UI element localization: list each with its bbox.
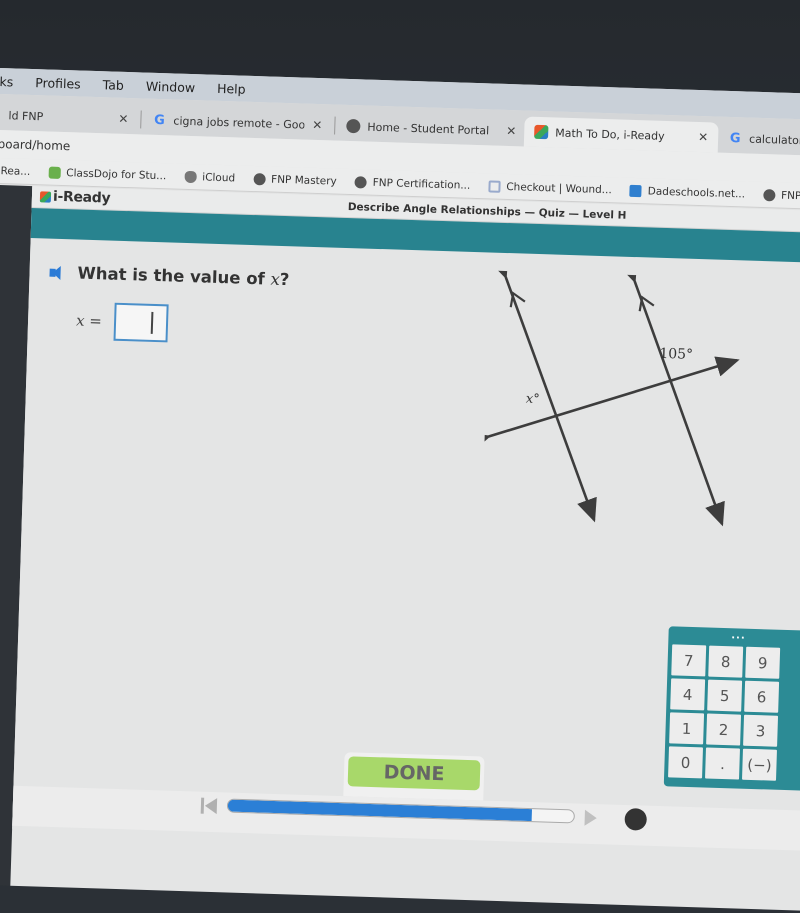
answer-input[interactable] [113,302,169,343]
question: What is the value of x? [49,263,289,290]
pause-icon[interactable] [624,807,648,831]
google-icon: G [153,112,166,128]
parallel-line-right [617,270,725,527]
key-negative[interactable]: (−) [742,748,777,781]
bookmark-label: FNP Mastery [270,173,337,188]
url-text: board/home [0,136,71,154]
parallel-mark-right [638,295,655,312]
google-icon: G [729,130,741,146]
globe-icon [354,175,367,189]
bookmark-item[interactable]: FNP Mastery [762,188,800,203]
bookmark-label: FNP Mastery [780,189,800,203]
done-container: DONE [343,752,485,801]
apple-icon [184,170,197,183]
key-6[interactable]: 6 [744,680,780,713]
bookmark-label: Dadeschools.net... [647,184,746,200]
close-icon[interactable]: ✕ [312,118,322,132]
tab-title: cigna jobs remote - Google Se [173,113,305,132]
progress-bar [226,798,575,824]
bookmark-item[interactable]: FNP Certification... [354,175,471,192]
skip-back-bar [200,797,205,814]
menu-bookmarks[interactable]: ks [0,73,14,88]
key-8[interactable]: 8 [708,645,744,678]
iready-icon [534,124,549,140]
menu-window[interactable]: Window [146,78,196,95]
key-0[interactable]: 0 [668,746,704,779]
tab-calculator[interactable]: G calculator - [718,123,800,156]
close-icon[interactable]: ✕ [506,124,516,138]
key-3[interactable]: 3 [743,714,779,747]
angle-diagram: 105° x° [481,270,740,527]
key-decimal[interactable]: . [705,747,740,780]
parallel-line-left [488,270,597,523]
browser-window: ks Profiles Tab Window Help ld FNP ✕ G c… [0,68,800,911]
question-text: What is the value of x? [77,264,289,290]
key-1[interactable]: 1 [669,712,705,745]
bookmark-label: ClassDojo for Stu... [66,166,167,182]
menu-profiles[interactable]: Profiles [35,75,81,91]
bookmark-item[interactable]: ClassDojo for Stu... [48,166,166,182]
keypad-grid: 7 8 9 4 5 6 1 2 3 0 . (−) [668,644,800,781]
key-4[interactable]: 4 [670,678,706,711]
angle-label-105: 105° [659,346,693,363]
close-icon[interactable]: ✕ [118,112,128,126]
bookmark-item[interactable]: Checkout | Wound... [488,179,612,196]
plus-icon [488,179,501,193]
bookmark-item[interactable]: iCloud [184,170,235,184]
next-icon[interactable] [584,809,597,827]
angle-label-x: x° [526,392,540,407]
globe-icon [346,118,361,134]
tab-title: ld FNP [8,108,44,123]
bookmark-label: FNP Certification... [372,176,471,192]
speaker-icon[interactable] [49,265,67,280]
number-keypad: ... 7 8 9 4 5 6 1 2 3 0 . (−) [663,626,800,791]
bookmark-label: -Rea... [0,164,31,178]
bookmark-label: Checkout | Wound... [506,180,612,196]
previous-icon[interactable] [204,797,218,815]
tab-fnp[interactable]: ld FNP ✕ [0,100,139,134]
bookmark-item[interactable]: -Rea... [0,164,30,177]
bookmark-item[interactable]: FNP Mastery [252,172,337,188]
dadeschools-icon [629,184,642,197]
tab-title: calculator - [748,132,800,147]
answer-label: x = [75,311,103,331]
key-7[interactable]: 7 [671,644,707,677]
iready-cube-icon [39,190,52,203]
menu-help[interactable]: Help [217,80,246,96]
key-2[interactable]: 2 [706,713,742,746]
answer-row: x = [76,302,169,343]
done-button[interactable]: DONE [347,756,481,791]
key-9[interactable]: 9 [745,646,781,679]
tab-title: Home - Student Portal [367,120,490,137]
question-prefix: What is the value of [77,263,271,289]
menu-tab[interactable]: Tab [102,77,124,93]
logo-text: i-Ready [52,188,111,207]
key-5[interactable]: 5 [707,679,743,712]
globe-icon [252,172,266,185]
parallel-mark-left [509,291,526,308]
iready-app: i-Ready Describe Angle Relationships — Q… [10,186,800,911]
question-suffix: ? [279,269,290,290]
bookmark-label: iCloud [202,170,236,184]
tab-title: Math To Do, i-Ready [555,125,665,143]
bookmark-item[interactable]: Dadeschools.net... [629,184,746,200]
progress-fill [227,799,533,822]
iready-logo: i-Ready [39,188,111,207]
classdojo-icon [48,166,61,179]
close-icon[interactable]: ✕ [698,130,708,144]
globe-icon [762,188,776,201]
